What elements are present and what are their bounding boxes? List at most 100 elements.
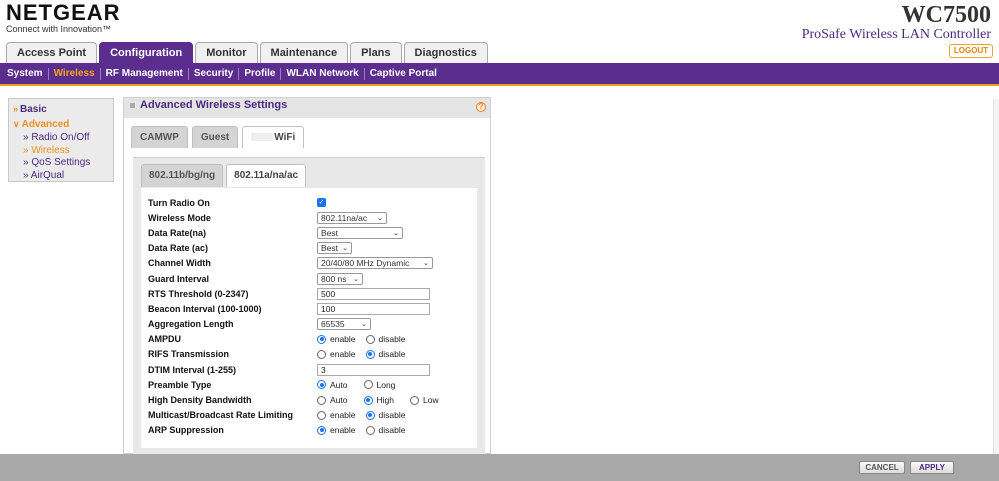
chevron-right-icon: » [13,104,19,114]
ssid-tab-wifi[interactable]: WiFi [242,126,305,148]
high-density-auto-radio[interactable]: Auto [317,395,348,405]
menu-item-radio-on-off[interactable]: » Radio On/Off [13,132,109,145]
tab-monitor[interactable]: Monitor [195,42,258,63]
multicast-disable-radio[interactable]: disable [365,410,406,421]
menu-item-airqual[interactable]: » AirQual [13,170,109,183]
row-rifs: RIFS Transmission enable disable [141,347,477,362]
tab-maintenance[interactable]: Maintenance [259,42,349,63]
row-multicast: Multicast/Broadcast Rate Limiting enable… [141,408,477,423]
band-tabs: 802.11b/bg/ng 802.11a/na/ac [141,164,307,187]
preamble-long-radio[interactable]: Long [363,379,396,390]
row-rts-threshold: RTS Threshold (0-2347) 500 [141,286,477,301]
cancel-button[interactable]: CANCEL [859,461,905,474]
guard-interval-select[interactable]: 800 ns ⌄ [317,272,363,285]
tab-plans[interactable]: Plans [350,42,402,63]
tab-access-point[interactable]: Access Point [6,42,98,63]
arp-enable-radio[interactable]: enable [317,425,356,435]
subnav-wireless[interactable]: Wireless [49,67,101,80]
tab-configuration[interactable]: Configuration [99,42,194,63]
preamble-auto-radio[interactable]: Auto [317,380,348,390]
arp-label: ARP Suppression [148,425,224,436]
subnav-rf-management[interactable]: RF Management [101,67,189,80]
chevron-down-icon: ⌄ [361,321,367,329]
row-turn-radio-on: Turn Radio On ✓ [141,195,477,210]
high-density-high-radio[interactable]: High [363,395,394,405]
row-channel-width: Channel Width 20/40/80 MHz Dynamic ⌄ [141,256,477,271]
brand-tagline: Connect with Innovation™ [6,24,112,34]
turn-radio-on-label: Turn Radio On [148,197,210,208]
wireless-mode-value: 802.11na/ac [321,212,368,223]
ssid-tab-guest[interactable]: Guest [191,126,239,148]
aggregation-length-value: 65535 [321,319,345,330]
band-tab-5g[interactable]: 802.11a/na/ac [226,164,307,187]
radio-selected-icon [365,410,375,420]
radio-label: enable [330,334,356,345]
menu-item-qos-settings[interactable]: » QoS Settings [13,157,109,170]
row-aggregation-length: Aggregation Length 65535 ⌄ [141,317,477,332]
wireless-mode-label: Wireless Mode [148,212,211,223]
menu-basic-label: Basic [20,104,47,115]
radio-label: Low [422,395,439,406]
data-rate-ac-label: Data Rate (ac) [148,243,209,254]
page-scrollbar[interactable] [993,99,999,455]
arp-disable-radio[interactable]: disable [365,425,405,435]
chevron-down-icon: ⌄ [393,229,399,237]
data-rate-ac-select[interactable]: Best ⌄ [317,242,352,255]
subnav-profile[interactable]: Profile [239,67,282,80]
menu-item-wireless[interactable]: » Wireless [13,145,109,158]
beacon-interval-label: Beacon Interval (100-1000) [148,303,262,314]
radio-label: disable [378,410,406,421]
netgear-logo: NETGEAR Connect with Innovation™ [6,2,121,35]
rifs-enable-radio[interactable]: enable [317,349,356,359]
help-icon[interactable]: ? [476,102,486,112]
menu-advanced[interactable]: ∨ Advanced [13,117,109,132]
beacon-interval-input[interactable]: 100 [317,302,430,315]
data-rate-ac-value: Best [321,243,339,254]
left-menu: » Basic ∨ Advanced » Radio On/Off » Wirele… [8,98,114,182]
ampdu-disable-radio[interactable]: disable [365,334,405,344]
band-tab-2g[interactable]: 802.11b/bg/ng [141,164,224,187]
band-container: 802.11b/bg/ng 802.11a/na/ac Turn Radio O… [133,157,485,454]
menu-item-label: Wireless [31,144,70,156]
radio-selected-icon [365,349,375,359]
rts-threshold-label: RTS Threshold (0-2347) [148,288,249,299]
subnav-wlan-network[interactable]: WLAN Network [281,67,365,80]
row-data-rate-ac: Data Rate (ac) Best ⌄ [141,241,477,256]
radio-label: Auto [330,379,348,390]
radio-icon [409,395,419,405]
row-arp: ARP Suppression enable disable [141,423,477,438]
ssid-tabs: CAMWP Guest WiFi [131,126,305,148]
rts-threshold-input[interactable]: 500 [317,287,430,300]
ampdu-enable-radio[interactable]: enable [317,334,356,344]
ssid-tab-camwp[interactable]: CAMWP [131,126,188,148]
ssid-tab-label: WiFi [274,132,296,143]
row-ampdu: AMPDU enable disable [141,332,477,347]
guard-interval-value: 800 ns [321,273,347,284]
subnav-system[interactable]: System [6,67,49,80]
subnav-security[interactable]: Security [189,67,240,80]
multicast-enable-radio[interactable]: enable [317,410,356,420]
menu-basic[interactable]: » Basic [13,102,109,117]
channel-width-select[interactable]: 20/40/80 MHz Dynamic ⌄ [317,257,433,270]
rifs-disable-radio[interactable]: disable [365,349,405,359]
radio-icon [317,410,326,420]
turn-radio-on-checkbox[interactable]: ✓ [317,198,326,208]
dtim-interval-input[interactable]: 3 [317,363,430,376]
wireless-mode-select[interactable]: 802.11na/ac ⌄ [317,211,387,224]
apply-button[interactable]: APPLY [910,461,954,474]
row-guard-interval: Guard Interval 800 ns ⌄ [141,271,477,286]
panel-title: Advanced Wireless Settings [124,98,490,118]
subnav-captive-portal[interactable]: Captive Portal [365,68,442,80]
data-rate-na-select[interactable]: Best ⌄ [317,226,403,239]
logout-button[interactable]: LOGOUT [949,44,993,58]
aggregation-length-select[interactable]: 65535 ⌄ [317,318,371,331]
guard-interval-label: Guard Interval [148,273,210,284]
product-model: WC7500 [901,2,991,28]
radio-icon [365,334,375,344]
radio-label: enable [330,349,356,360]
radio-icon [365,425,375,435]
tab-diagnostics[interactable]: Diagnostics [403,42,488,63]
high-density-low-radio[interactable]: Low [409,395,439,406]
radio-label: Long [376,379,396,390]
multicast-label: Multicast/Broadcast Rate Limiting [148,410,294,421]
